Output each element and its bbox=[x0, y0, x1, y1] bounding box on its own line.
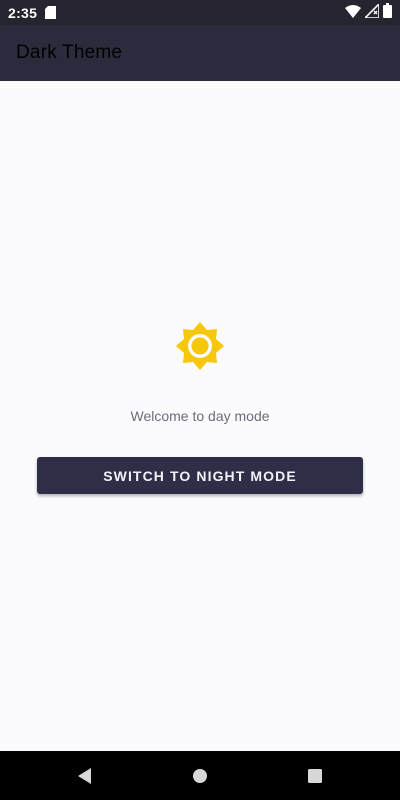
navigation-bar bbox=[0, 751, 400, 800]
home-icon[interactable] bbox=[189, 765, 211, 787]
switch-to-night-mode-button[interactable]: SWITCH TO NIGHT MODE bbox=[37, 457, 363, 494]
battery-icon bbox=[383, 3, 392, 22]
back-icon[interactable] bbox=[73, 765, 95, 787]
signal-icon bbox=[363, 2, 380, 22]
status-time: 2:35 bbox=[8, 4, 38, 21]
welcome-text: Welcome to day mode bbox=[130, 408, 270, 424]
main-content: Welcome to day mode SWITCH TO NIGHT MODE bbox=[0, 81, 400, 751]
sun-icon bbox=[176, 322, 224, 370]
app-title: Dark Theme bbox=[16, 42, 123, 63]
status-bar: 2:35 bbox=[0, 0, 400, 25]
app-bar: Dark Theme bbox=[0, 25, 400, 81]
recents-icon[interactable] bbox=[304, 765, 326, 787]
status-icons bbox=[345, 2, 392, 22]
wifi-icon bbox=[345, 3, 361, 22]
sd-card-icon bbox=[45, 6, 57, 19]
